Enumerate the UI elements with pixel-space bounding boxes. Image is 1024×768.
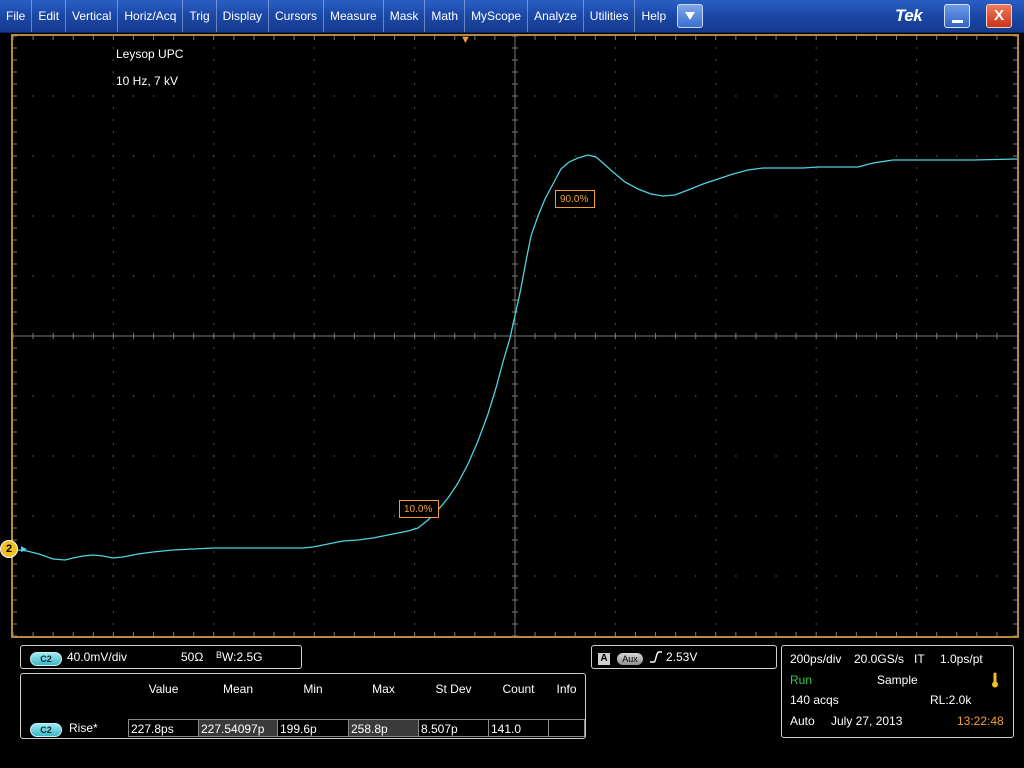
minimize-button[interactable] [944,4,970,28]
menu-measure[interactable]: Measure [324,0,384,32]
trigger-mode-box: A [598,652,610,665]
date: July 27, 2013 [831,714,903,728]
run-state[interactable]: Run [790,673,812,687]
acquisition-count: 140 acqs [790,693,839,707]
measurement-header-info: Info [556,682,577,696]
menu-bar: File Edit Vertical Horiz/Acq Trig Display Curs… [0,0,1024,33]
menu-math[interactable]: Math [425,0,466,32]
annotation-title: Leysop UPC [116,47,184,61]
menu-utilities[interactable]: Utilities [584,0,636,32]
menu-file[interactable]: File [0,0,33,32]
measurement-stdev: 8.507p [418,719,489,737]
waveform-trace [17,154,1017,561]
time: 13:22:48 [957,714,1004,728]
minimize-icon [952,20,963,23]
resolution: 1.0ps/pt [940,652,983,666]
close-button[interactable]: X [986,4,1012,28]
trigger-source: Aux [617,652,643,665]
ch2-trace [17,154,1017,561]
measurement-header-count: Count [502,682,535,696]
acquisition-mode: Sample [877,673,918,687]
menu-trig[interactable]: Trig [183,0,217,32]
measurement-header-mean: Mean [222,682,254,696]
ref-level-10: 10.0% [399,500,440,518]
trigger-panel[interactable]: A Aux 2.53V [591,645,777,669]
measurement-min: 199.6p [277,719,349,737]
timebase: 200ps/div [790,652,842,666]
acq-mode-it: IT [914,652,925,666]
vertical-scale: 40.0mV/div [67,650,128,664]
ref-level-90: 90.0% [555,190,596,208]
bandwidth-limit: BW:2.5G [216,650,263,664]
trigger-mode: Auto [790,714,815,728]
measurement-max: 258.8p [348,719,419,737]
measurement-header-value: Value [148,682,179,696]
ch2-level-arrow-icon: ► [19,544,29,555]
waveform-display[interactable]: Leysop UPC 10 Hz, 7 kV 10.0% 90.0% [11,34,1019,638]
annotation-settings: 10 Hz, 7 kV [116,74,179,88]
measurement-count: 141.0 [488,719,549,737]
triangle-down-icon [685,12,695,20]
measurement-panel[interactable]: Value Mean Min Max St Dev Count Info C2 Rise* … [20,673,586,739]
menu-edit[interactable]: Edit [32,0,67,32]
menu-items: File Edit Vertical Horiz/Acq Trig Display Curs… [0,0,672,32]
measurement-header-max: Max [372,682,395,696]
ch2-ground-marker[interactable]: 2 [0,540,18,558]
trigger-level: 2.53V [666,650,698,664]
menu-analyze[interactable]: Analyze [528,0,584,32]
measurement-mean: 227.54097p [198,719,278,737]
menu-display[interactable]: Display [217,0,269,32]
channel-badge: C2 [30,651,62,666]
measurement-value: 227.8ps [128,719,199,737]
impedance: 50Ω [181,650,204,664]
tek-logo: Tek [895,6,923,25]
trigger-position-icon[interactable]: ▼ [460,34,471,46]
acquisition-panel[interactable]: 200ps/div 20.0GS/s IT 1.0ps/pt Run Sampl… [781,645,1014,738]
rising-edge-icon [649,650,663,667]
dropdown-button[interactable] [677,4,703,28]
menu-help[interactable]: Help [635,0,672,32]
menu-mask[interactable]: Mask [384,0,426,32]
measurement-info [548,719,585,737]
measurement-name[interactable]: Rise* [69,721,98,735]
measurement-channel-badge: C2 [30,722,62,737]
measurement-header-st-dev: St Dev [435,682,472,696]
menu-vertical[interactable]: Vertical [66,0,119,32]
record-length: RL:2.0k [930,693,972,707]
sample-rate: 20.0GS/s [854,652,905,666]
channel-panel[interactable]: C2 40.0mV/div 50Ω BW:2.5G [20,645,302,669]
thermometer-icon [990,672,1000,691]
menu-myscope[interactable]: MyScope [465,0,529,32]
menu-cursors[interactable]: Cursors [269,0,325,32]
measurement-header-min: Min [303,682,323,696]
menu-horiz-acq[interactable]: Horiz/Acq [118,0,184,32]
